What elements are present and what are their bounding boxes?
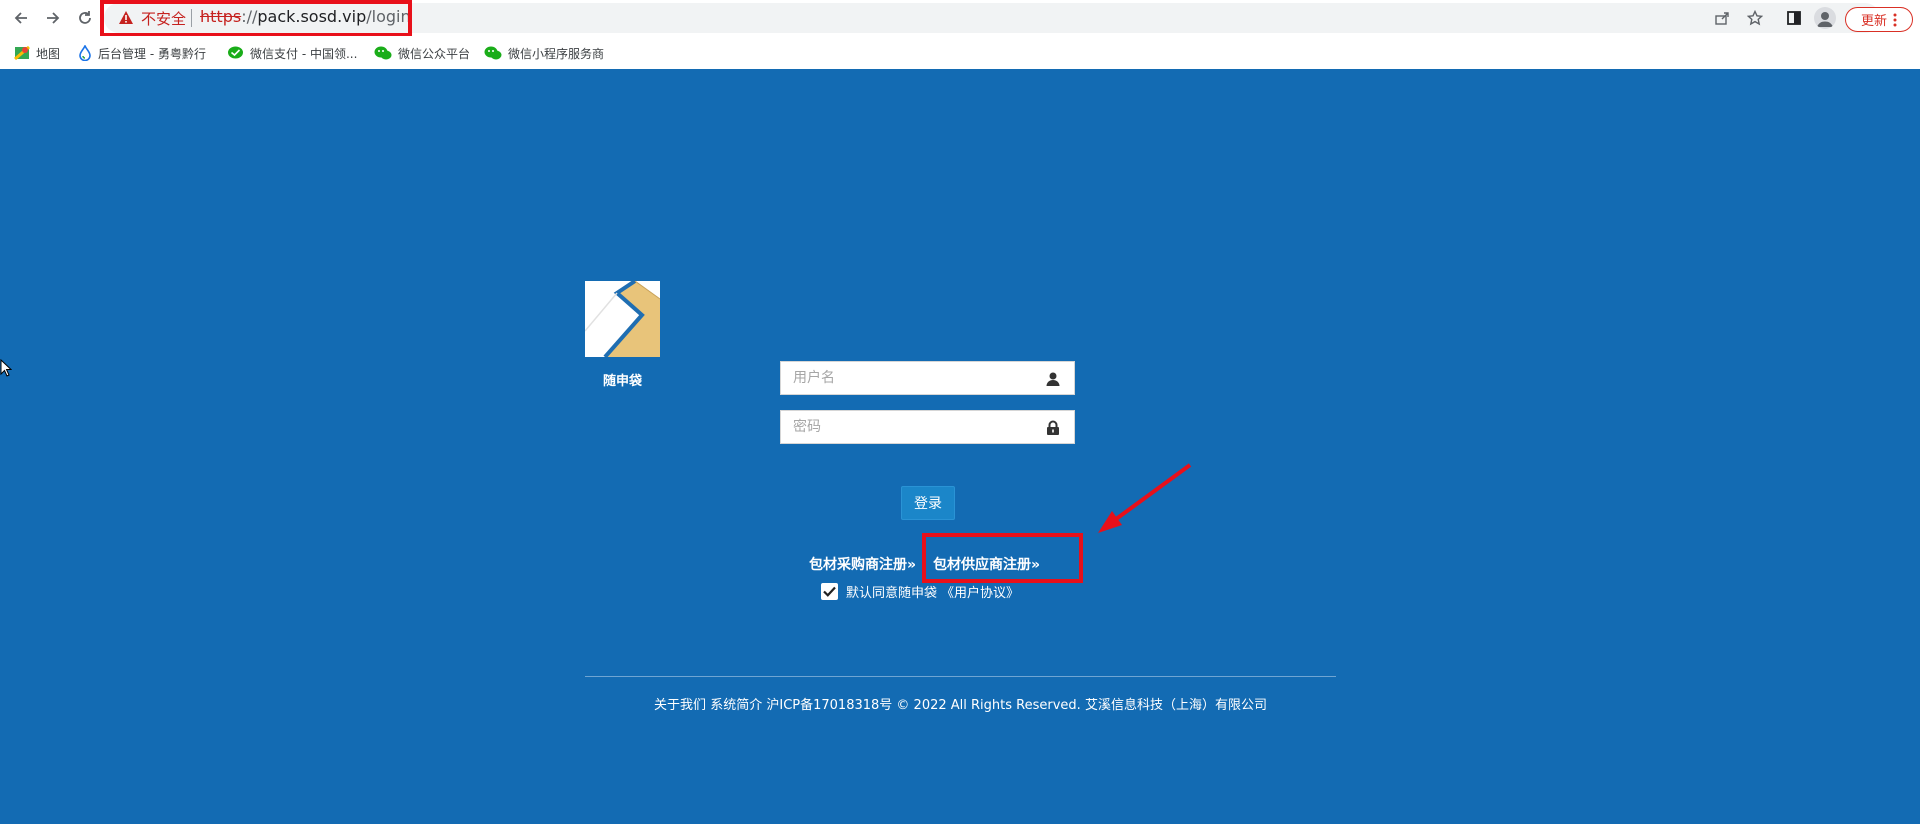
side-panel-button[interactable]	[1784, 8, 1804, 28]
lock-icon	[1047, 420, 1059, 435]
icp-number: 沪ICP备17018318号	[766, 698, 893, 713]
annotation-box-supplier	[922, 533, 1083, 583]
annotation-box-url	[100, 0, 412, 37]
star-icon	[1747, 10, 1763, 26]
footer: 关于我们 系统简介 沪ICP备17018318号 © 2022 All Righ…	[585, 694, 1336, 713]
more-vertical-icon	[1893, 13, 1897, 26]
username-input[interactable]	[781, 362, 1074, 394]
share-icon	[1715, 12, 1729, 25]
brand-name: 随申袋	[602, 374, 642, 389]
bookmark-miniprogram[interactable]: 微信小程序服务商	[484, 44, 604, 62]
maps-icon	[14, 45, 30, 61]
update-button[interactable]: 更新	[1845, 7, 1913, 32]
user-agreement-link[interactable]: 《用户协议》	[941, 582, 1019, 601]
bookmarks-bar: 地图 后台管理 - 勇粤黔行 微信支付 - 中国领... 微信公众平台 微信小程…	[0, 36, 1920, 69]
login-button[interactable]: 登录	[901, 486, 955, 520]
annotation-arrow-icon	[1098, 463, 1192, 533]
agree-checkbox[interactable]	[821, 583, 838, 600]
password-field[interactable]	[780, 410, 1075, 444]
buyer-register-link[interactable]: 包材采购商注册»	[809, 554, 916, 574]
password-input[interactable]	[781, 411, 1074, 443]
arrow-right-icon	[47, 12, 60, 24]
back-button[interactable]	[9, 6, 33, 30]
forward-button[interactable]	[41, 6, 65, 30]
login-page: 随申袋 登录 包材采购商注册» 包材供应商注册» 默认同意随申袋 《用户协议》 …	[0, 69, 1920, 824]
profile-avatar[interactable]	[1814, 7, 1836, 29]
wechat-icon	[484, 46, 502, 60]
brand-logo	[585, 281, 660, 357]
browser-toolbar: 不安全 https://pack.sosd.vip/login 更新	[0, 0, 1920, 37]
company-name: 艾溪信息科技（上海）有限公司	[1084, 698, 1267, 713]
person-icon	[1817, 12, 1833, 27]
wechat-icon	[374, 46, 392, 60]
bookmark-admin[interactable]: 后台管理 - 勇粤黔行	[78, 44, 206, 62]
bookmark-star-button[interactable]	[1745, 8, 1765, 28]
bookmark-label: 微信支付 - 中国领...	[250, 46, 358, 61]
copyright-text: © 2022 All Rights Reserved.	[896, 698, 1081, 713]
reload-icon	[79, 11, 91, 24]
username-field[interactable]	[780, 361, 1075, 395]
agreement-row: 默认同意随申袋 《用户协议》	[821, 582, 1019, 601]
share-button[interactable]	[1712, 8, 1732, 28]
footer-divider	[585, 676, 1336, 677]
arrow-left-icon	[14, 12, 27, 24]
bookmark-maps[interactable]: 地图	[14, 44, 60, 62]
bookmark-wechat-official[interactable]: 微信公众平台	[374, 44, 470, 62]
about-us-link[interactable]: 关于我们	[654, 698, 706, 713]
bookmark-label: 微信小程序服务商	[508, 46, 605, 61]
wechat-pay-icon	[228, 46, 243, 59]
system-intro-link[interactable]: 系统简介	[710, 698, 762, 713]
user-icon	[1046, 372, 1060, 386]
bookmark-label: 微信公众平台	[398, 46, 471, 61]
update-label: 更新	[1860, 14, 1887, 29]
mouse-pointer-icon	[0, 359, 12, 377]
bookmark-label: 地图	[36, 46, 61, 61]
bookmark-label: 后台管理 - 勇粤黔行	[98, 46, 206, 61]
checkmark-icon	[823, 586, 836, 597]
side-panel-icon	[1787, 11, 1801, 25]
drop-icon	[79, 45, 91, 61]
bookmark-wechat-pay[interactable]: 微信支付 - 中国领...	[227, 44, 357, 62]
reload-button[interactable]	[73, 6, 97, 30]
agree-text: 默认同意随申袋	[846, 586, 938, 601]
